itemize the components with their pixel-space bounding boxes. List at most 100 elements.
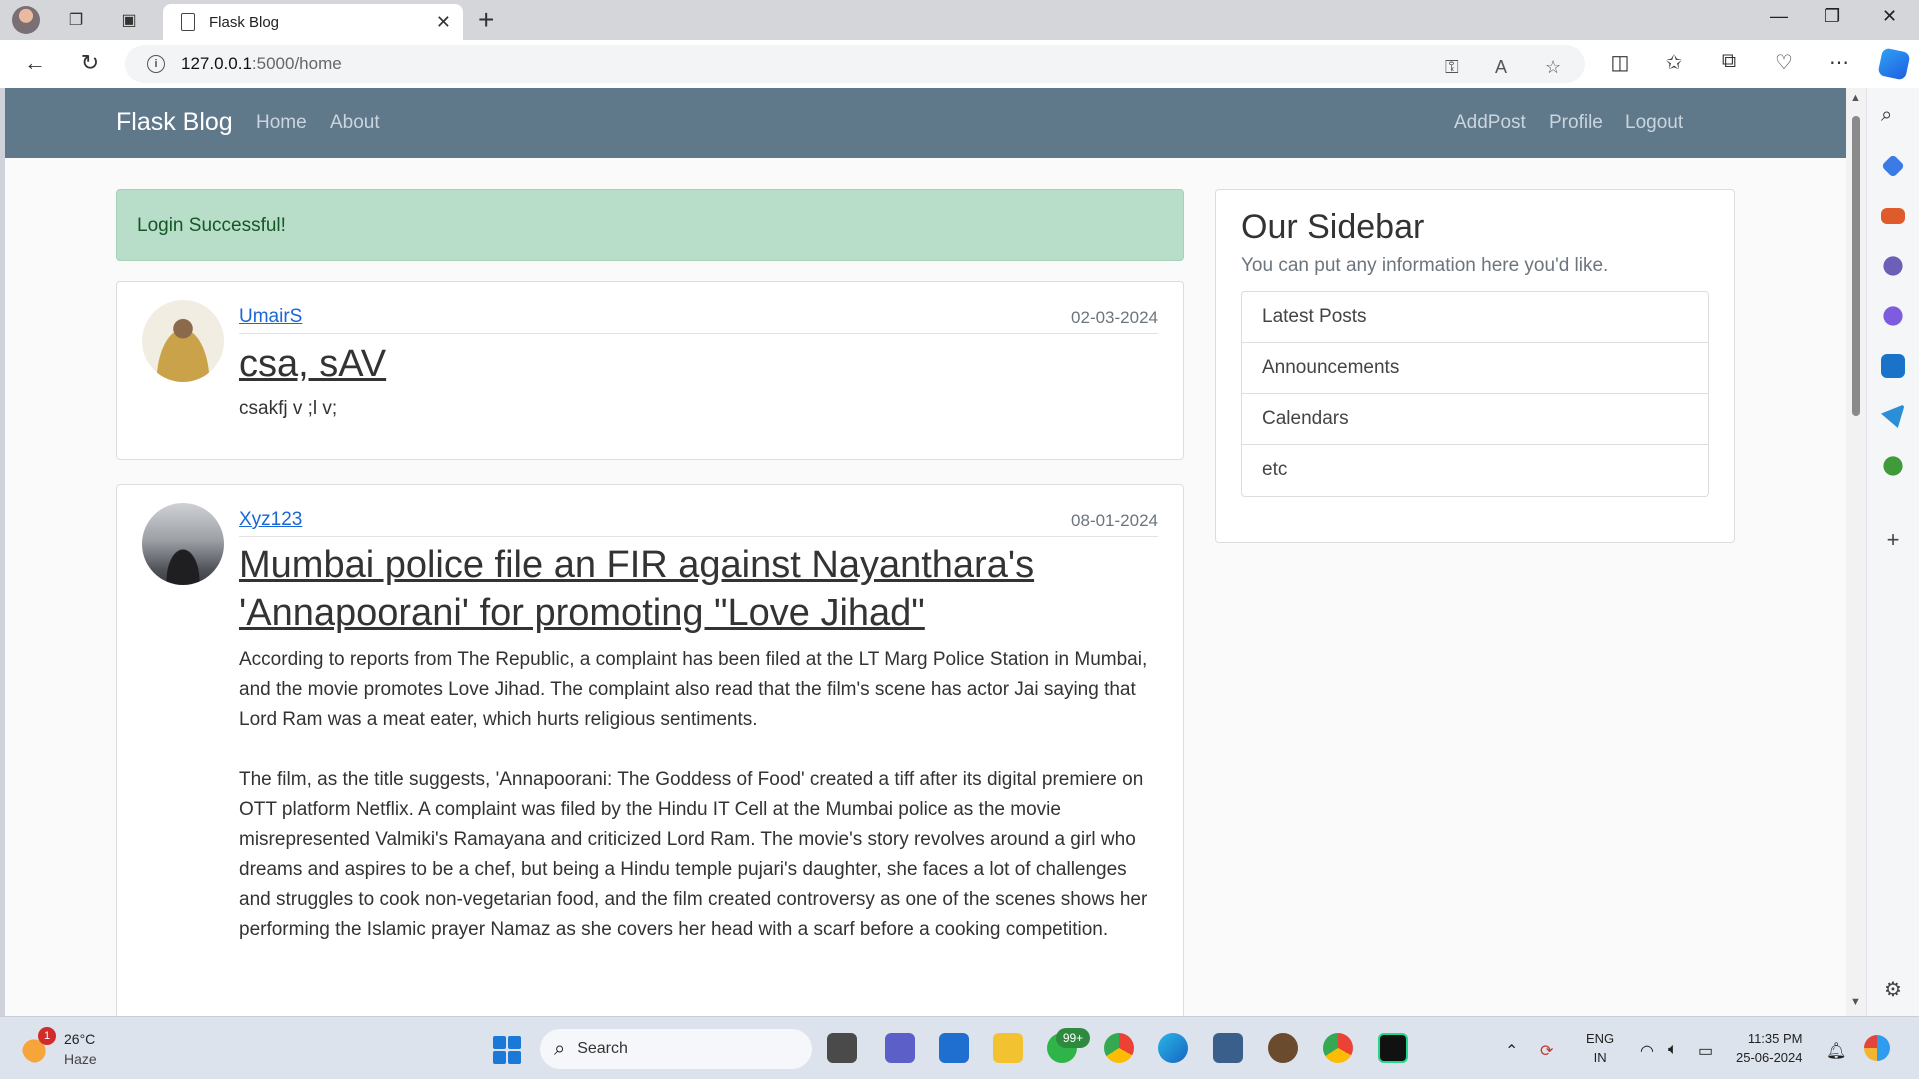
post-author-link[interactable]: UmairS [239,306,302,328]
sidebar-list: Latest Posts Announcements Calendars etc [1241,291,1709,497]
edge-icon[interactable] [1158,1033,1188,1063]
tree-icon[interactable] [1883,456,1903,476]
refresh-icon[interactable]: ↻ [75,50,105,76]
workspaces-icon[interactable]: ❐ [62,6,90,34]
sidebar-item-calendars[interactable]: Calendars [1242,394,1708,445]
copilot-icon[interactable] [1877,47,1911,81]
pycharm-icon[interactable] [1378,1033,1408,1063]
post-date: 08-01-2024 [1071,511,1158,530]
weather-condition[interactable]: Haze [64,1051,97,1067]
favorites-icon[interactable]: ✩ [1660,50,1688,75]
profile-avatar-icon[interactable] [12,6,40,34]
notification-bell-icon[interactable]: 🔔︎ [1826,1041,1846,1061]
author-avatar [142,503,224,585]
more-menu-icon[interactable]: ⋯ [1825,50,1853,75]
taskbar-clock[interactable]: 11:35 PM 25-06-2024 [1736,1029,1803,1067]
read-aloud-icon[interactable]: A [1495,57,1507,78]
wifi-icon[interactable]: ◠ [1640,1041,1654,1061]
sidebar-title: Our Sidebar [1241,208,1425,246]
page-icon [181,13,195,31]
tab-flask-blog[interactable]: Flask Blog ✕ [163,4,463,40]
post-card: UmairS 02-03-2024 csa, sAV csakfj v ;l v… [116,281,1184,460]
site-info-icon[interactable]: i [147,55,165,73]
sidebar-item-latest-posts[interactable]: Latest Posts [1242,292,1708,343]
post-meta: UmairS 02-03-2024 [239,304,1158,334]
tools-briefcase-icon[interactable] [1881,208,1905,224]
url-host: 127.0.0.1 [181,54,252,73]
postgres-icon[interactable] [1213,1033,1243,1063]
nav-link-profile[interactable]: Profile [1549,112,1603,134]
back-arrow-icon[interactable]: ← [20,50,50,76]
show-hidden-icons-icon[interactable]: ⌃ [1505,1041,1518,1061]
app-emblem-icon[interactable] [1268,1033,1298,1063]
password-key-icon[interactable]: ⚿ [1445,57,1459,78]
taskbar-search-label: Search [577,1040,628,1057]
chrome-icon[interactable] [1104,1033,1134,1063]
post-title-link[interactable]: csa, sAV [239,340,1163,388]
games-icon[interactable] [1883,256,1903,276]
language-indicator[interactable]: ENG IN [1586,1029,1614,1067]
microsoft-365-icon[interactable] [1883,306,1903,326]
mail-icon[interactable] [939,1033,969,1063]
browser-essentials-icon[interactable]: ♡ [1770,50,1798,75]
file-explorer-icon[interactable] [993,1033,1023,1063]
minimize-icon[interactable]: — [1770,6,1788,27]
search-icon[interactable]: ⌕ [1881,104,1905,128]
search-icon: ⌕ [554,1037,566,1060]
settings-gear-icon[interactable]: ⚙ [1881,978,1905,1002]
outlook-icon[interactable] [1881,354,1905,378]
post-date: 02-03-2024 [1071,308,1158,327]
language-code: ENG [1586,1031,1615,1046]
new-tab-icon[interactable]: + [478,4,494,36]
teams-icon[interactable] [885,1033,915,1063]
edge-sidebar: ⌕ + ⚙ [1866,88,1919,1016]
post-title-link[interactable]: Mumbai police file an FIR against Nayant… [239,541,1163,637]
scroll-down-icon[interactable]: ▼ [1850,996,1861,1008]
close-window-icon[interactable]: ✕ [1882,6,1897,27]
url-path: :5000/home [251,54,342,73]
sidebar-subtitle: You can put any information here you'd l… [1241,255,1609,276]
copilot-taskbar-icon[interactable] [1864,1035,1890,1061]
post-author-link[interactable]: Xyz123 [239,509,302,531]
nav-link-home[interactable]: Home [256,112,307,134]
nav-link-logout[interactable]: Logout [1625,112,1683,134]
split-screen-icon[interactable]: ◫ [1606,50,1634,75]
post-content: According to reports from The Republic, … [239,649,1148,940]
navbar-brand[interactable]: Flask Blog [116,108,233,137]
tab-title: Flask Blog [209,13,280,31]
clock-date: 25-06-2024 [1736,1050,1803,1065]
sidebar-item-announcements[interactable]: Announcements [1242,343,1708,394]
shopping-tag-icon[interactable] [1881,154,1905,178]
chrome-profile-icon[interactable] [1323,1033,1353,1063]
page-scrollbar[interactable]: ▲ ▼ [1846,88,1866,1016]
login-success-alert: Login Successful! [116,189,1184,261]
collections-icon[interactable]: ⧉ [1715,50,1743,73]
windows-start-icon[interactable] [493,1036,521,1064]
vertical-tabs-icon[interactable]: ▣ [115,6,143,34]
post-card: Xyz123 08-01-2024 Mumbai police file an … [116,484,1184,1016]
scroll-up-icon[interactable]: ▲ [1850,92,1861,104]
clock-time: 11:35 PM [1747,1031,1803,1046]
favorite-star-icon[interactable]: ☆ [1545,57,1561,78]
task-view-icon[interactable] [827,1033,857,1063]
send-icon[interactable] [1881,404,1905,428]
post-content: csakfj v ;l v; [239,398,338,419]
taskbar-search[interactable]: ⌕ Search [540,1029,812,1069]
address-toolbar: ← ↻ i 127.0.0.1:5000/home ⚿ A ☆ ◫ ✩ ⧉ ♡ … [0,40,1919,88]
nav-link-addpost[interactable]: AddPost [1454,112,1526,134]
sync-icon[interactable]: ⟳ [1540,1041,1553,1061]
nav-link-about[interactable]: About [330,112,380,134]
post-meta: Xyz123 08-01-2024 [239,507,1158,537]
close-tab-icon[interactable]: ✕ [436,12,451,33]
add-icon[interactable]: + [1881,528,1905,552]
sidebar-item-etc[interactable]: etc [1242,445,1708,496]
volume-icon[interactable]: 🔈︎ [1668,1041,1678,1059]
scrollbar-thumb[interactable] [1852,116,1860,416]
region-code: IN [1593,1050,1607,1065]
weather-temperature[interactable]: 26°C [64,1031,95,1047]
site-navbar: Flask Blog Home About AddPost Profile Lo… [5,88,1846,158]
battery-icon[interactable]: ▭ [1698,1041,1713,1061]
restore-icon[interactable]: ❐ [1824,6,1840,27]
address-bar[interactable]: i 127.0.0.1:5000/home ⚿ A ☆ [125,45,1585,83]
browser-tab-bar: ❐ ▣ Flask Blog ✕ + — ❐ ✕ [0,0,1919,40]
